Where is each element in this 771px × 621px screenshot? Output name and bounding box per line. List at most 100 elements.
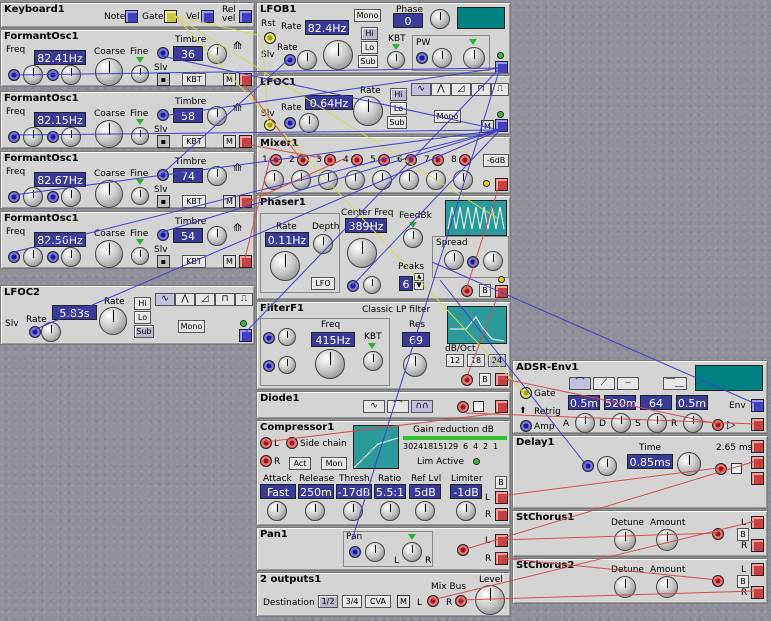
right-input[interactable] bbox=[455, 595, 467, 607]
channel-2-level-knob[interactable] bbox=[291, 170, 311, 190]
peaks-down-button[interactable]: ▼ bbox=[414, 282, 424, 290]
sine-wave-button[interactable]: ∿ bbox=[411, 83, 431, 96]
time-knob[interactable] bbox=[677, 452, 701, 476]
audio-output[interactable] bbox=[751, 418, 764, 431]
freq-mod-input[interactable] bbox=[47, 69, 59, 81]
rate-input[interactable] bbox=[284, 54, 296, 66]
delay-out-2[interactable] bbox=[751, 456, 764, 469]
pitch-input[interactable] bbox=[8, 191, 20, 203]
timbre-knob[interactable] bbox=[207, 226, 227, 246]
pan-mod-input[interactable] bbox=[349, 546, 361, 558]
slv-button[interactable]: ▪ bbox=[157, 73, 170, 86]
pulse-wave-button[interactable]: ⎍ bbox=[491, 83, 509, 96]
lfo-output[interactable] bbox=[495, 119, 508, 132]
square-wave-button[interactable]: ⊓ bbox=[215, 293, 235, 306]
attack-knob[interactable] bbox=[267, 501, 287, 521]
channel-3-level-knob[interactable] bbox=[318, 170, 338, 190]
diode-output[interactable] bbox=[495, 400, 508, 413]
freq-mod-knob-1[interactable] bbox=[278, 328, 296, 346]
dest-3-4-button[interactable]: 3/4 bbox=[342, 595, 362, 608]
freq-mod-input[interactable] bbox=[47, 251, 59, 263]
rate-input[interactable] bbox=[29, 326, 41, 338]
freq-knob[interactable] bbox=[315, 349, 345, 379]
attack-knob[interactable] bbox=[575, 413, 595, 433]
channel-8-level-knob[interactable] bbox=[453, 170, 473, 190]
sine-wave-button[interactable]: ∿ bbox=[155, 293, 175, 306]
note-output[interactable] bbox=[125, 10, 138, 23]
coarse-knob[interactable] bbox=[95, 120, 123, 148]
detune-knob[interactable] bbox=[614, 529, 636, 551]
phase-knob[interactable] bbox=[430, 9, 450, 29]
timbre-input[interactable] bbox=[157, 229, 169, 241]
peaks-up-button[interactable]: ▲ bbox=[414, 273, 424, 281]
lfo-button[interactable]: LFO bbox=[311, 277, 335, 290]
bypass-button[interactable]: B bbox=[479, 284, 491, 297]
kbt-knob[interactable] bbox=[387, 51, 405, 69]
freq-mod-input[interactable] bbox=[347, 280, 359, 292]
fine-knob[interactable] bbox=[131, 187, 149, 205]
mono-button[interactable]: Mono bbox=[434, 110, 461, 123]
gate-input[interactable] bbox=[520, 387, 532, 399]
time-mod-input[interactable] bbox=[582, 460, 594, 472]
channel-4-level-knob[interactable] bbox=[345, 170, 365, 190]
tri-wave-button[interactable]: ⋀ bbox=[175, 293, 195, 306]
delay-out-3[interactable] bbox=[751, 472, 764, 485]
level-knob[interactable] bbox=[475, 585, 505, 615]
vel-output[interactable] bbox=[201, 10, 214, 23]
pw-mod-knob[interactable] bbox=[432, 48, 452, 68]
coarse-knob[interactable] bbox=[95, 58, 123, 86]
freq-mod-knob[interactable] bbox=[363, 276, 381, 294]
pitch-mod-knob[interactable] bbox=[23, 247, 43, 267]
right-input[interactable] bbox=[260, 455, 272, 467]
left-output[interactable] bbox=[495, 534, 508, 547]
curve-lin-button[interactable]: ⟋ bbox=[593, 377, 615, 390]
channel-5-input[interactable] bbox=[378, 154, 390, 166]
release-knob[interactable] bbox=[683, 413, 703, 433]
channel-1-input[interactable] bbox=[270, 154, 282, 166]
lo-button[interactable]: Lo bbox=[361, 41, 378, 54]
left-output[interactable] bbox=[495, 491, 508, 504]
pw-input[interactable] bbox=[416, 52, 428, 64]
timbre-knob[interactable] bbox=[207, 44, 227, 64]
right-output[interactable] bbox=[495, 552, 508, 565]
freq-mod-knob[interactable] bbox=[61, 247, 81, 267]
kbt-knob[interactable] bbox=[363, 351, 383, 371]
slv-button[interactable]: ▪ bbox=[157, 195, 170, 208]
rate-small-knob[interactable] bbox=[297, 50, 317, 70]
rate-small-knob[interactable] bbox=[299, 113, 319, 133]
fine-knob[interactable] bbox=[131, 127, 149, 145]
thresh-knob[interactable] bbox=[343, 501, 363, 521]
hi-button[interactable]: Hi bbox=[361, 27, 378, 40]
slv-button[interactable]: ▪ bbox=[157, 255, 170, 268]
mono-button[interactable]: Mono bbox=[178, 320, 205, 333]
m-button[interactable]: M bbox=[223, 255, 236, 268]
channel-5-level-knob[interactable] bbox=[372, 170, 392, 190]
timbre-knob[interactable] bbox=[207, 166, 227, 186]
bypass-button[interactable]: B bbox=[479, 373, 491, 386]
square-wave-button[interactable]: ⊓ bbox=[471, 83, 491, 96]
pulse-wave-button[interactable]: ⎍ bbox=[235, 293, 253, 306]
channel-1-level-knob[interactable] bbox=[264, 170, 284, 190]
channel-6-level-knob[interactable] bbox=[399, 170, 419, 190]
diode-bypass[interactable] bbox=[473, 401, 484, 412]
osc-output[interactable] bbox=[239, 73, 252, 86]
filter-input[interactable] bbox=[461, 374, 473, 386]
freq-mod-knob-2[interactable] bbox=[278, 356, 296, 374]
rate-big-knob[interactable] bbox=[99, 307, 127, 335]
decay-knob[interactable] bbox=[611, 413, 631, 433]
saw-wave-button[interactable]: ◿ bbox=[451, 83, 471, 96]
kbt-button[interactable]: KBT bbox=[182, 195, 206, 208]
dest-1-2-button[interactable]: 1/2 bbox=[318, 595, 338, 608]
phaser-input[interactable] bbox=[461, 285, 473, 297]
time-mod-knob[interactable] bbox=[597, 456, 617, 476]
rst-input[interactable] bbox=[264, 32, 276, 44]
channel-7-input[interactable] bbox=[432, 154, 444, 166]
sustain-knob[interactable] bbox=[647, 413, 667, 433]
rate-knob[interactable] bbox=[270, 251, 300, 281]
diode-mode-1-button[interactable]: ∿ bbox=[363, 400, 385, 413]
amp-input[interactable] bbox=[520, 420, 532, 432]
channel-6-input[interactable] bbox=[405, 154, 417, 166]
timbre-input[interactable] bbox=[157, 47, 169, 59]
channel-2-input[interactable] bbox=[297, 154, 309, 166]
curve-log-button[interactable]: ⌒ bbox=[569, 377, 591, 390]
